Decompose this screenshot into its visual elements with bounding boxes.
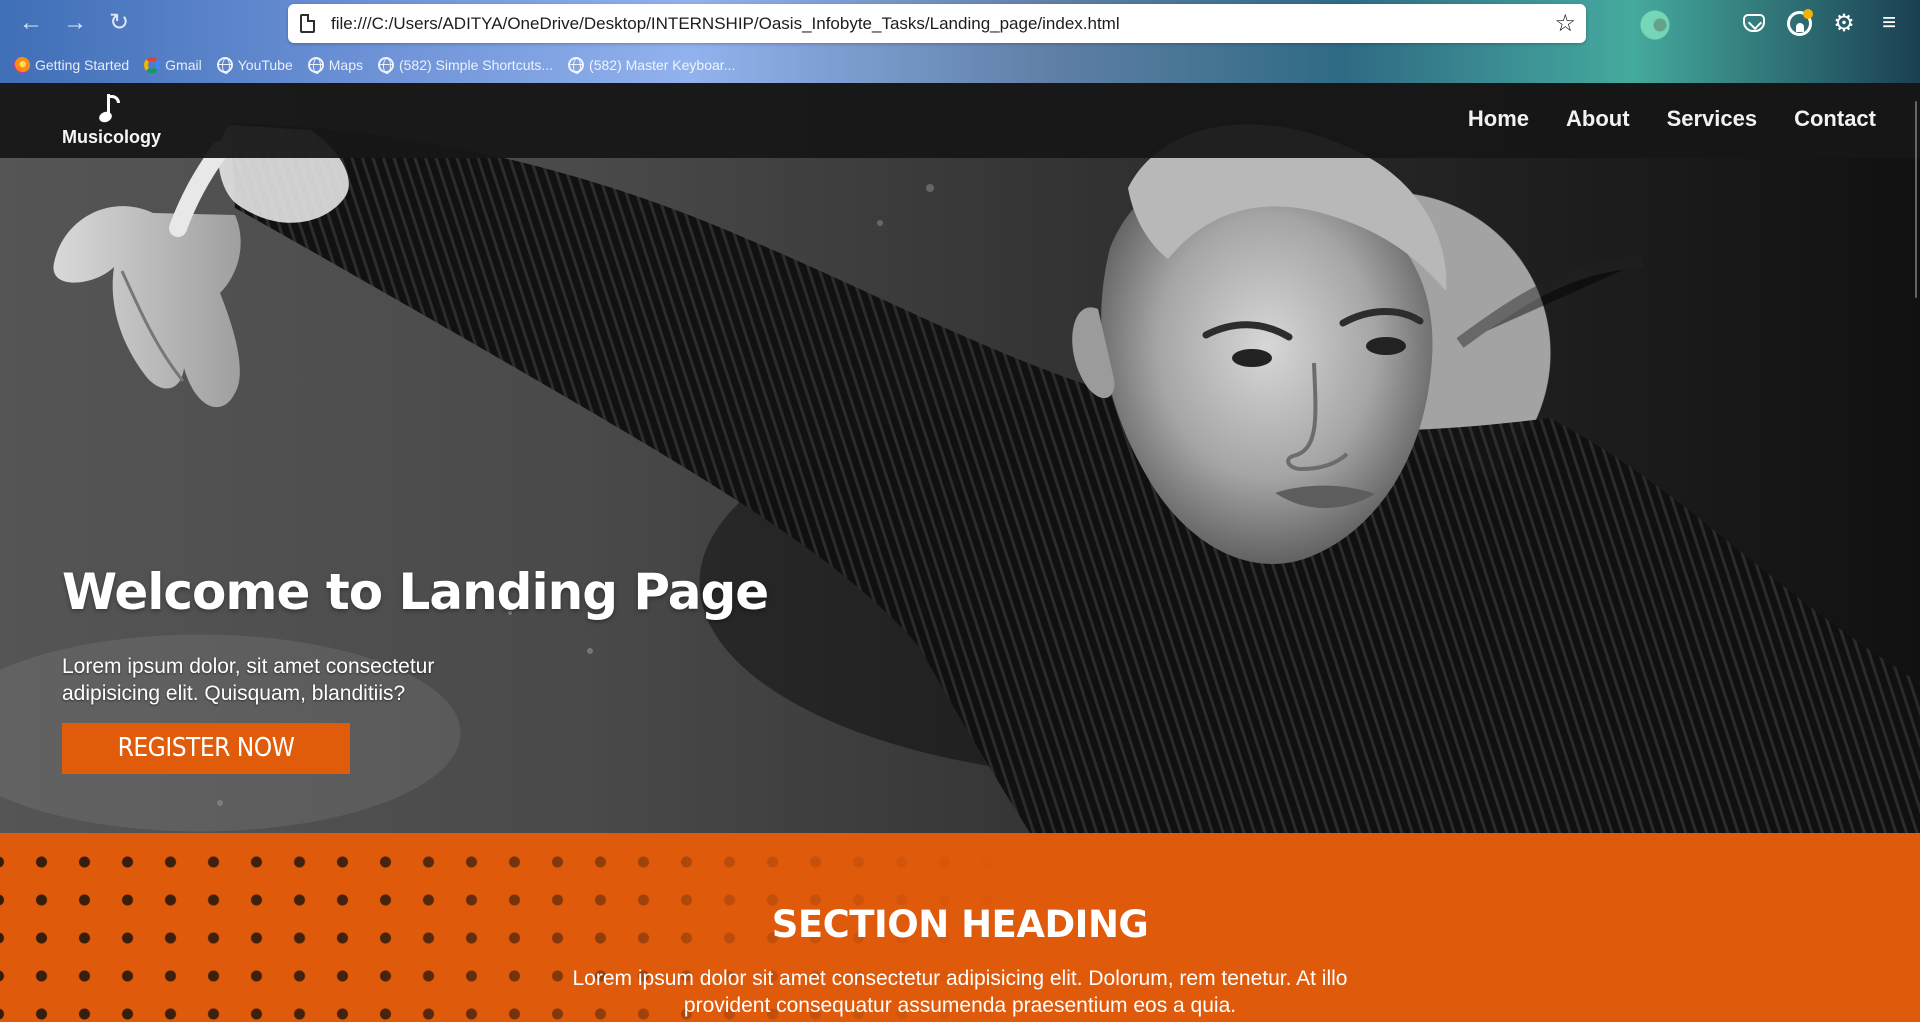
bookmark-master-keyboard[interactable]: (582) Master Keyboar... [568, 54, 735, 76]
page-icon [300, 14, 315, 33]
section-description: Lorem ipsum dolor sit amet consectetur a… [572, 967, 1348, 1017]
bookmark-label: (582) Simple Shortcuts... [398, 57, 554, 73]
hero-description: Lorem ipsum dolor, sit amet consectetur … [62, 655, 435, 705]
arrow-left-icon: ← [19, 9, 43, 36]
menu-button[interactable]: ≡ [1874, 8, 1904, 38]
landing-page-viewport[interactable]: Musicology Home About Services Contact W… [0, 83, 1920, 1022]
bookmark-gmail[interactable]: Gmail [144, 54, 202, 76]
extensions-button[interactable]: ⚙ [1829, 8, 1859, 38]
globe-icon [568, 57, 585, 74]
globe-icon [377, 57, 394, 74]
pocket-icon [1743, 14, 1765, 32]
pocket-button[interactable] [1739, 8, 1769, 38]
star-icon[interactable]: ☆ [1554, 9, 1576, 38]
firefox-icon [14, 57, 30, 73]
hero-section: Welcome to Landing Page Lorem ipsum dolo… [0, 83, 1920, 833]
reload-icon: ↻ [108, 9, 130, 36]
logo-text: Musicology [62, 127, 162, 147]
music-note-flag [110, 95, 120, 103]
nav-about-link[interactable]: About [1566, 106, 1630, 132]
section-heading: SECTION HEADING [771, 903, 1149, 946]
hero-title: Welcome to Landing Page [62, 563, 769, 621]
bookmark-maps[interactable]: Maps [307, 54, 363, 76]
bookmark-youtube[interactable]: YouTube [216, 54, 293, 76]
site-logo[interactable]: Musicology [62, 93, 162, 151]
page-scrollbar[interactable] [1915, 101, 1917, 298]
bookmark-label: (582) Master Keyboar... [589, 57, 736, 73]
google-icon [144, 57, 161, 73]
nav-home-link[interactable]: Home [1468, 106, 1529, 132]
site-header: Musicology Home About Services Contact [0, 83, 1920, 158]
bookmarks-bar: Getting Started Gmail YouTube Maps (582)… [14, 53, 735, 77]
globe-icon [216, 57, 233, 74]
nav-services-link[interactable]: Services [1667, 106, 1758, 132]
back-button[interactable]: ← [16, 8, 46, 38]
music-note-icon [98, 93, 120, 124]
register-now-button[interactable]: REGISTER NOW [62, 723, 350, 774]
reload-button[interactable]: ↻ [104, 8, 134, 38]
account-icon [1786, 8, 1813, 36]
bookmark-label: YouTube [237, 57, 293, 73]
bookmark-getting-started[interactable]: Getting Started [14, 54, 129, 76]
main-navigation: Home About Services Contact [1468, 106, 1876, 132]
url-text[interactable]: file:///C:/Users/ADITYA/OneDrive/Desktop… [331, 14, 1120, 34]
hamburger-icon: ≡ [1881, 9, 1896, 36]
address-bar[interactable]: file:///C:/Users/ADITYA/OneDrive/Desktop… [288, 4, 1586, 43]
bookmark-label: Maps [328, 57, 363, 73]
bookmark-simple-shortcuts[interactable]: (582) Simple Shortcuts... [377, 54, 554, 76]
hero-content: Welcome to Landing Page Lorem ipsum dolo… [62, 563, 769, 774]
puzzle-icon: ⚙ [1833, 9, 1855, 37]
forward-button[interactable]: → [60, 8, 90, 38]
bookmark-label: Getting Started [35, 57, 130, 73]
orange-content-section: SECTION HEADING Lorem ipsum dolor sit am… [0, 833, 1920, 1022]
globe-icon [307, 57, 324, 74]
browser-chrome: ← → ↻ file:///C:/Users/ADITYA/OneDrive/D… [0, 0, 1920, 83]
account-button[interactable] [1784, 8, 1814, 38]
arrow-right-icon: → [63, 9, 87, 36]
bookmark-label: Gmail [165, 57, 202, 73]
nav-contact-link[interactable]: Contact [1794, 106, 1876, 132]
